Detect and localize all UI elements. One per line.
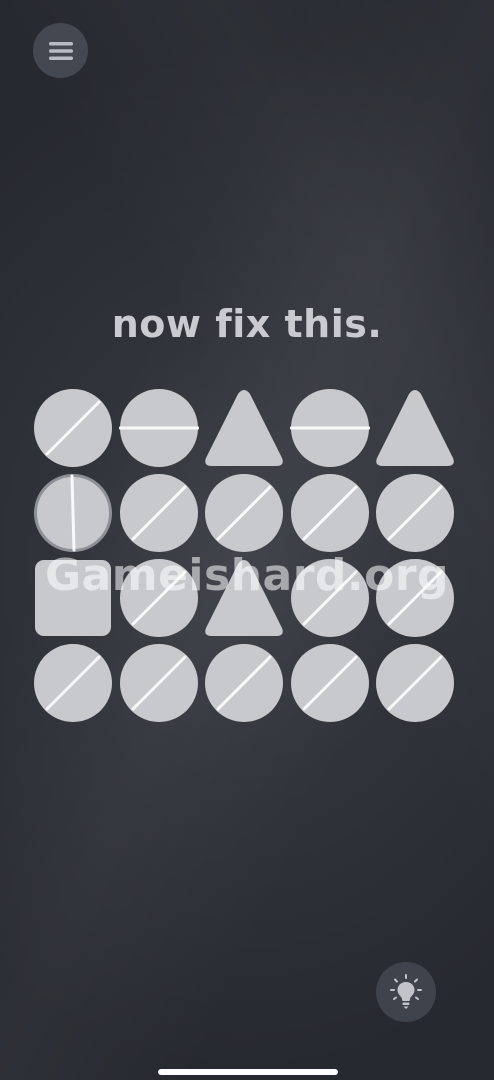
tile-circle-horizontal[interactable] bbox=[118, 388, 199, 468]
home-indicator bbox=[158, 1069, 338, 1075]
tile-circle-diagonal[interactable] bbox=[375, 643, 455, 723]
tile-circle-horizontal[interactable] bbox=[289, 388, 370, 468]
level-instruction: now fix this. bbox=[111, 302, 383, 346]
circle-shape-icon bbox=[118, 389, 199, 467]
circle-shape-icon bbox=[205, 474, 283, 552]
tile-circle-diagonal[interactable] bbox=[119, 473, 199, 553]
tile-circle-diagonal[interactable] bbox=[119, 643, 199, 723]
hint-button[interactable] bbox=[376, 962, 436, 1022]
circle-shape-icon bbox=[376, 474, 454, 552]
circle-shape-icon bbox=[34, 389, 112, 467]
circle-shape-icon bbox=[289, 389, 370, 467]
circle-shape-icon bbox=[205, 644, 283, 722]
circle-shape-icon bbox=[290, 644, 369, 722]
tile-circle-diagonal[interactable] bbox=[375, 473, 455, 553]
triangle-shape-icon bbox=[376, 390, 454, 466]
circle-shape-icon bbox=[119, 644, 198, 722]
tile-triangle-none[interactable] bbox=[204, 388, 284, 468]
tile-circle-vertical-selected[interactable] bbox=[33, 473, 113, 553]
hamburger-menu-icon bbox=[48, 41, 73, 60]
tile-circle-diagonal[interactable] bbox=[33, 643, 113, 723]
tile-circle-diagonal[interactable] bbox=[33, 388, 113, 468]
circle-shape-icon bbox=[34, 644, 112, 722]
watermark-text: Gameishard.org bbox=[44, 550, 450, 601]
circle-shape-icon bbox=[119, 474, 198, 552]
triangle-shape-icon bbox=[205, 390, 283, 466]
circle-shape-icon bbox=[376, 644, 454, 722]
circle-shape-icon bbox=[290, 474, 369, 552]
tile-circle-diagonal[interactable] bbox=[204, 643, 284, 723]
circle-shape-icon bbox=[34, 474, 112, 552]
tile-circle-diagonal[interactable] bbox=[290, 473, 370, 553]
tile-circle-diagonal[interactable] bbox=[204, 473, 284, 553]
menu-button[interactable] bbox=[33, 23, 88, 78]
lightbulb-icon bbox=[390, 974, 422, 1009]
tile-triangle-none[interactable] bbox=[375, 388, 455, 468]
tile-circle-diagonal[interactable] bbox=[290, 643, 370, 723]
